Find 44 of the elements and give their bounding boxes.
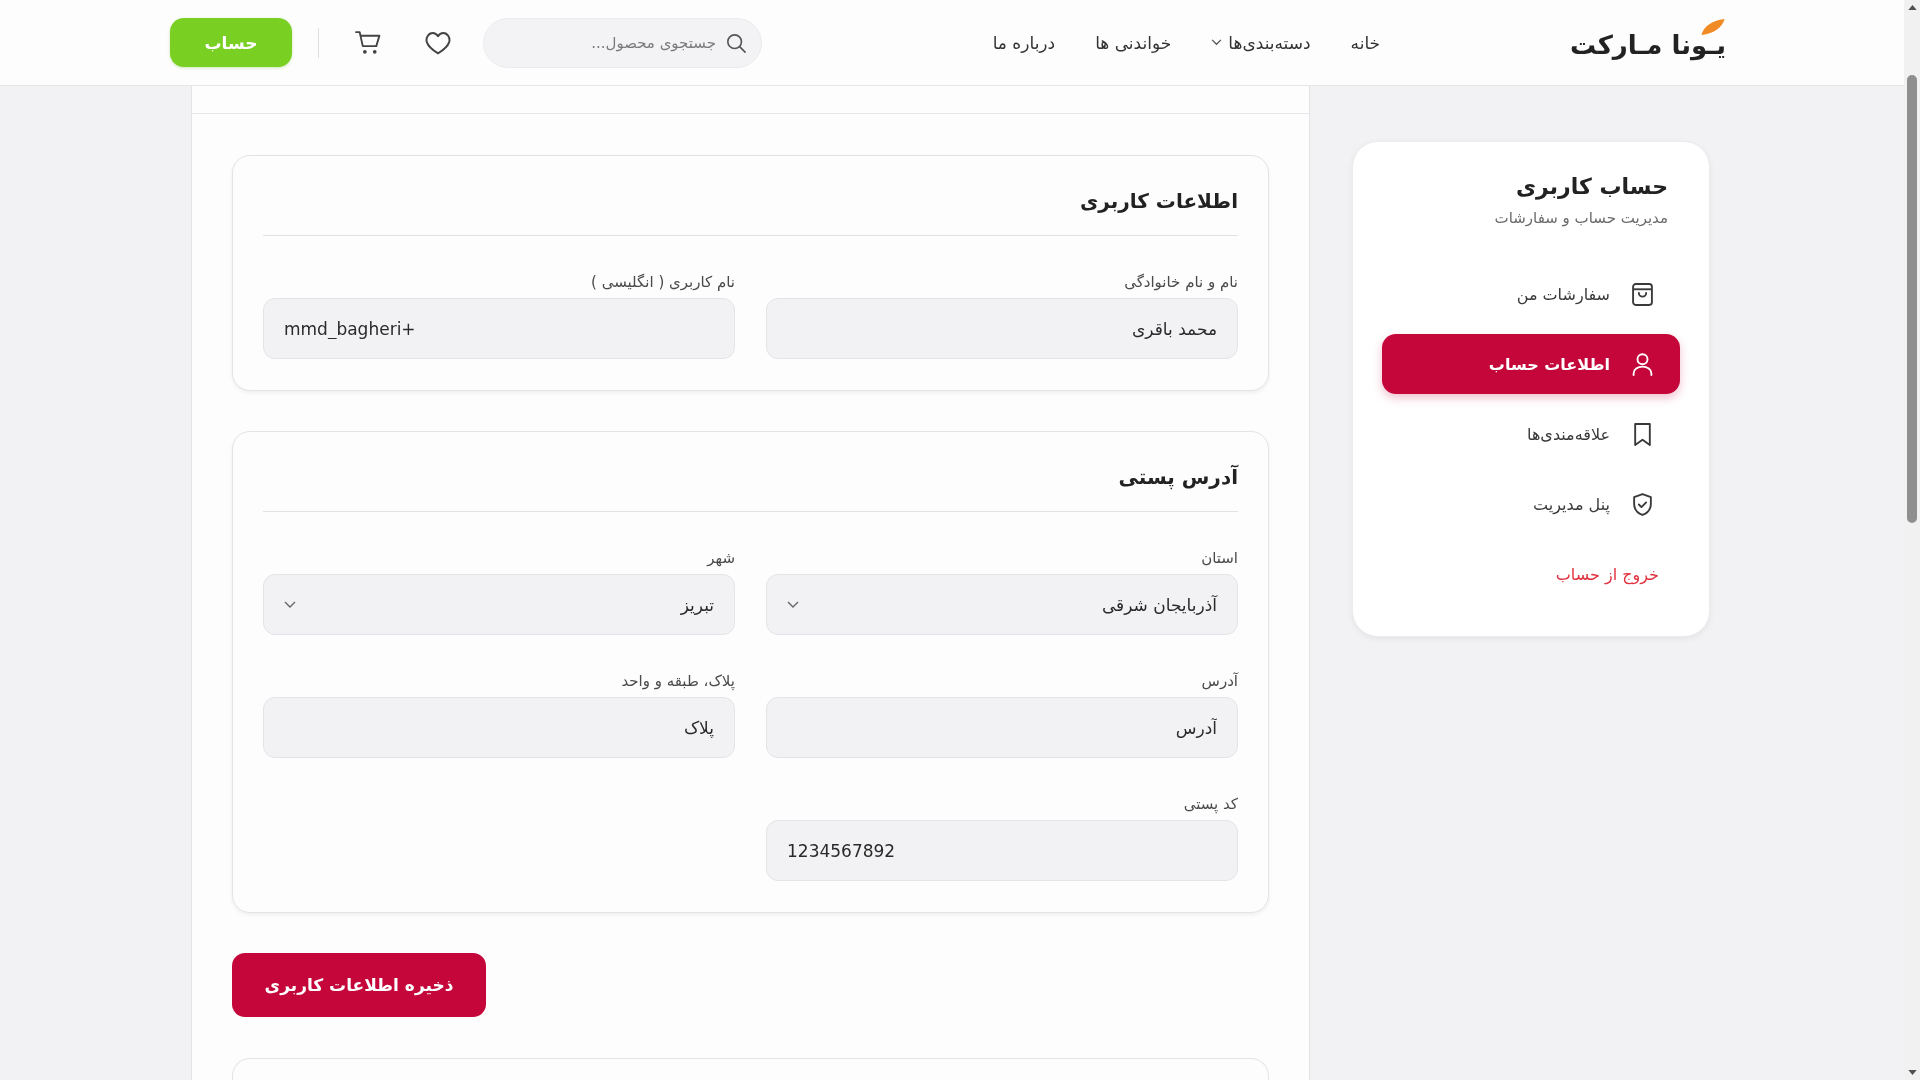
save-button[interactable]: ذخیره اطلاعات کاربری xyxy=(232,953,486,1017)
field-label: کد پستی xyxy=(1182,795,1238,813)
shield-check-icon xyxy=(1632,492,1653,516)
section-title: اطلاعات کاربری xyxy=(1078,188,1238,215)
cart-icon[interactable] xyxy=(355,30,382,55)
sidebar-item[interactable]: علاقه‌مندی‌ها xyxy=(1382,404,1680,464)
nav-link[interactable]: دسته‌بندی‌ها xyxy=(1211,32,1311,53)
scrollbar-thumb[interactable] xyxy=(1907,75,1917,523)
scroll-down-arrow-icon[interactable] xyxy=(1907,1070,1917,1075)
logout-link[interactable]: خروج از حساب xyxy=(1382,544,1680,604)
field-label: نام و نام خانوادگی xyxy=(1123,273,1238,291)
input-field[interactable]: 1234567892 xyxy=(766,820,1238,881)
field-label: استان xyxy=(1200,549,1238,567)
chevron-down-icon xyxy=(1211,39,1223,46)
sidebar-item[interactable]: اطلاعات حساب xyxy=(1382,334,1680,394)
sidebar-item[interactable]: سفارشات من xyxy=(1382,264,1680,324)
input-field[interactable]: آدرس xyxy=(766,697,1238,758)
chevron-down-icon xyxy=(787,600,799,609)
nav-link[interactable]: خانه xyxy=(1350,32,1381,53)
user-icon xyxy=(1632,352,1653,376)
field-label: پلاک، طبقه و واحد xyxy=(620,672,735,690)
shopping-bag-icon xyxy=(1632,282,1653,306)
sidebar-subtitle: مدیریت حساب و سفارشات xyxy=(1493,208,1669,229)
input-field[interactable]: mmd_bagheri+ xyxy=(263,298,735,359)
search-icon xyxy=(726,32,746,53)
section-title: آدرس پستی xyxy=(1117,464,1238,492)
input-field[interactable]: پلاک xyxy=(263,697,735,758)
chevron-down-icon xyxy=(284,600,296,609)
bookmark-icon xyxy=(1632,422,1653,446)
field-label: شهر xyxy=(705,549,735,567)
nav-link[interactable]: خواندنی ها xyxy=(1095,32,1172,53)
leaf-icon xyxy=(1700,17,1726,36)
input-field[interactable]: محمد باقری xyxy=(766,298,1238,359)
heart-icon[interactable] xyxy=(425,30,451,55)
field-label: آدرس xyxy=(1200,672,1238,690)
select-field[interactable]: تبریز xyxy=(263,574,735,635)
nav-link[interactable]: درباره ما xyxy=(992,32,1056,53)
logo-text[interactable]: یـونا مـارکت xyxy=(1570,29,1726,60)
sidebar-item[interactable]: پنل مدیریت xyxy=(1382,474,1680,534)
sidebar-title: حساب کاربری xyxy=(1514,173,1669,202)
scroll-up-arrow-icon[interactable] xyxy=(1907,5,1917,10)
search-field[interactable]: جستجوی محصول... xyxy=(483,17,762,68)
field-label: نام کاربری ( انگلیسی ) xyxy=(590,273,735,291)
select-field[interactable]: آذربایجان شرقی xyxy=(766,574,1238,635)
